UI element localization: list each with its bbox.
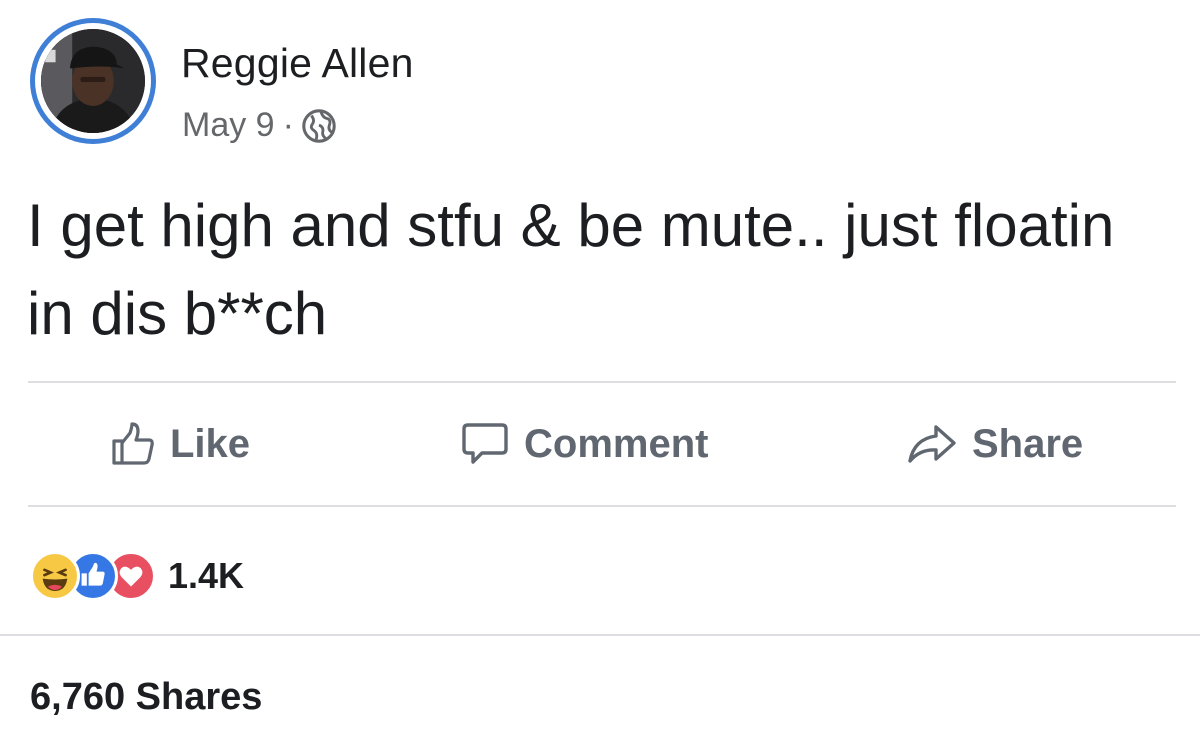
facebook-post: Reggie Allen May 9 · I get high and stfu… [0,0,1200,750]
meta-separator: · [282,106,294,144]
share-label: Share [972,421,1084,466]
reactions-summary[interactable]: 1.4K [30,548,244,604]
thumbs-up-icon [112,422,154,465]
author-name[interactable]: Reggie Allen [181,40,414,87]
like-label: Like [170,421,251,466]
comment-icon [462,423,508,464]
share-arrow-icon [908,425,956,463]
reaction-count: 1.4K [168,555,245,596]
post-date[interactable]: May 9 [182,106,275,145]
haha-reaction-icon [30,551,80,601]
profile-photo [41,29,145,133]
globe-icon [300,107,338,145]
comment-label: Comment [524,421,709,466]
post-text: I get high and stfu & be mute.. just flo… [27,192,1115,347]
divider [28,381,1176,383]
post-meta: May 9 · [182,106,338,145]
like-button[interactable]: Like [110,384,250,504]
divider [0,634,1200,636]
comment-button[interactable]: Comment [460,384,708,504]
action-bar: Like Comment Share [0,384,1200,504]
divider [28,505,1176,507]
share-count[interactable]: 6,760 Shares [30,676,262,719]
share-button[interactable]: Share [906,384,1083,504]
avatar[interactable] [30,18,156,144]
